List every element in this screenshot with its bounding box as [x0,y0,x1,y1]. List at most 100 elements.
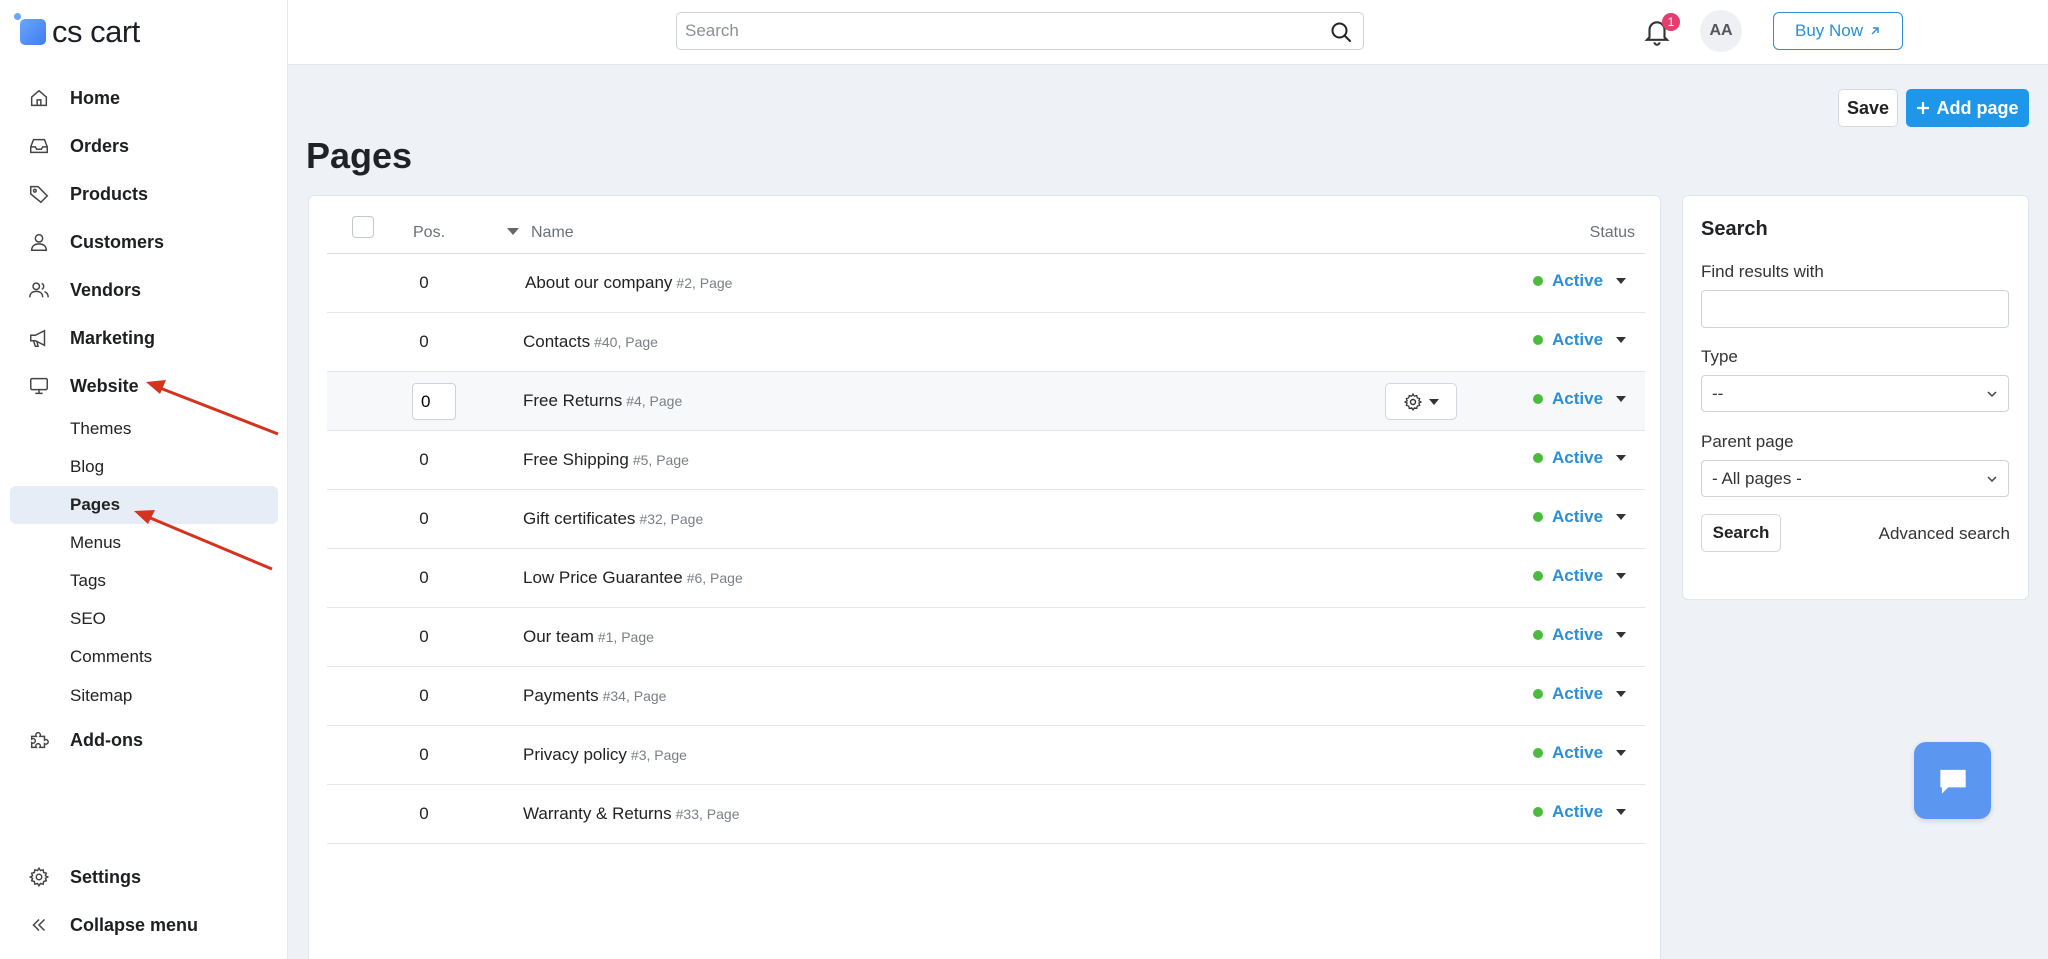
status-dropdown[interactable]: Active [1533,743,1627,763]
status-dropdown[interactable]: Active [1533,271,1627,291]
collapse-menu-button[interactable]: Collapse menu [0,905,288,945]
table-row[interactable]: 0 Gift certificates #32, Page Active [327,490,1645,549]
type-select[interactable]: -- [1701,375,2009,412]
page-name-link[interactable]: Low Price Guarantee [523,568,683,587]
sidebar-item-website[interactable]: Website [0,366,288,406]
sidebar-item-label: Settings [70,866,142,887]
gear-icon [1403,392,1423,411]
save-button[interactable]: Save [1838,89,1898,127]
table-row[interactable]: Free Returns#4, Page Active [327,372,1645,431]
position-value: 0 [419,804,429,823]
sidebar-item-customers[interactable]: Customers [0,222,288,262]
caret-down-icon [1429,398,1439,405]
sidebar-item-products[interactable]: Products [0,174,288,214]
sidebar-item-settings[interactable]: Settings [0,857,288,897]
sidebar-subitem-seo[interactable]: SEO [10,600,278,638]
select-all-checkbox[interactable] [352,216,374,238]
add-page-label: Add page [1936,97,2019,118]
table-row[interactable]: 0 Warranty & Returns #33, Page Active [327,785,1645,844]
buy-now-label: Buy Now [1794,21,1864,40]
search-panel: Search Find results with Type -- Parent … [1682,195,2029,600]
buy-now-button[interactable]: Buy Now [1773,12,1903,50]
status-label: Active [1552,389,1604,408]
sidebar-item-vendors[interactable]: Vendors [0,270,288,310]
column-status[interactable]: Status [1590,224,1635,242]
page-name-link[interactable]: About our company [525,273,672,292]
position-value: 0 [419,627,429,646]
search-button[interactable]: Search [1701,514,1781,552]
chat-button[interactable] [1914,742,1991,819]
find-results-input[interactable] [1701,290,2009,328]
status-dropdown[interactable]: Active [1533,625,1627,645]
status-dropdown[interactable]: Active [1533,389,1627,409]
page-meta: #4, Page [626,393,683,409]
search-panel-title: Search [1701,218,1768,240]
sidebar-item-home[interactable]: Home [0,78,288,118]
parent-page-label: Parent page [1701,432,1794,451]
position-input[interactable] [412,383,456,420]
status-label: Active [1552,802,1604,821]
sidebar-subitem-comments[interactable]: Comments [10,638,278,676]
caret-down-icon [1616,809,1627,815]
page-name-link[interactable]: Our team [523,627,594,646]
status-dropdown[interactable]: Active [1533,330,1627,350]
add-page-button[interactable]: Add page [1906,89,2029,127]
page-name-link[interactable]: Warranty & Returns [523,804,672,823]
status-label: Active [1552,566,1604,585]
status-dropdown[interactable]: Active [1533,566,1627,586]
sidebar-subitem-sitemap[interactable]: Sitemap [10,677,278,715]
sidebar-subitem-tags[interactable]: Tags [10,562,278,600]
status-label: Active [1552,330,1604,349]
find-results-label: Find results with [1701,262,1824,281]
column-name[interactable]: Name [531,224,574,242]
status-dropdown[interactable]: Active [1533,802,1627,822]
page-name-link[interactable]: Free Shipping [523,450,629,469]
page-name-link[interactable]: Gift certificates [523,509,635,528]
page-name-link[interactable]: Contacts [523,332,590,351]
table-row[interactable]: 0 Free Shipping #5, Page Active [327,431,1645,490]
table-row[interactable]: 0 Privacy policy #3, Page Active [327,726,1645,785]
page-name-link[interactable]: Payments [523,686,599,705]
sidebar-subitem-pages[interactable]: Pages [10,486,278,524]
row-actions-button[interactable] [1385,383,1457,420]
sidebar-subitem-themes[interactable]: Themes [10,410,278,448]
sidebar-item-orders[interactable]: Orders [0,126,288,166]
sidebar-item-marketing[interactable]: Marketing [0,318,288,358]
parent-page-select[interactable]: - All pages - [1701,460,2009,497]
advanced-search-link[interactable]: Advanced search [1879,524,2010,544]
brand-logo[interactable]: cs cart [14,12,140,52]
table-row[interactable]: 0 Low Price Guarantee #6, Page Active [327,549,1645,608]
status-dot [1533,689,1543,699]
page-meta: #5, Page [632,452,689,468]
table-row[interactable]: 0 Payments #34, Page Active [327,667,1645,726]
global-search-input[interactable] [677,13,1297,49]
status-label: Active [1552,684,1604,703]
sidebar-item-label: Collapse menu [70,914,199,935]
sidebar-subitem-blog[interactable]: Blog [10,448,278,486]
avatar[interactable]: AA [1700,10,1742,52]
status-dropdown[interactable]: Active [1533,684,1627,704]
table-row[interactable]: 0 Our team #1, Page Active [327,608,1645,667]
page-name-link[interactable]: Free Returns [523,391,622,410]
table-row[interactable]: 0 Contacts #40, Page Active [327,313,1645,372]
tag-icon [27,182,51,206]
chat-icon [1939,769,1966,794]
sidebar-subitem-menus[interactable]: Menus [10,524,278,562]
status-dropdown[interactable]: Active [1533,448,1627,468]
status-dot [1533,512,1543,522]
page-title: Pages [306,135,413,176]
page-name-link[interactable]: Privacy policy [523,745,627,764]
column-pos[interactable]: Pos. [413,224,445,242]
position-value: 0 [419,745,429,764]
status-dot [1533,807,1543,817]
global-search [676,12,1364,50]
topbar: Buy Now [288,0,2048,65]
position-value: 0 [419,568,429,587]
search-icon[interactable] [1329,20,1353,44]
sidebar-item-label: Orders [70,135,130,156]
caret-down-icon [1616,455,1627,461]
caret-down-icon [1616,337,1627,343]
status-dropdown[interactable]: Active [1533,507,1627,527]
table-row[interactable]: 0 About our company #2, Page Active [327,254,1645,313]
sidebar-item-addons[interactable]: Add-ons [0,720,288,760]
